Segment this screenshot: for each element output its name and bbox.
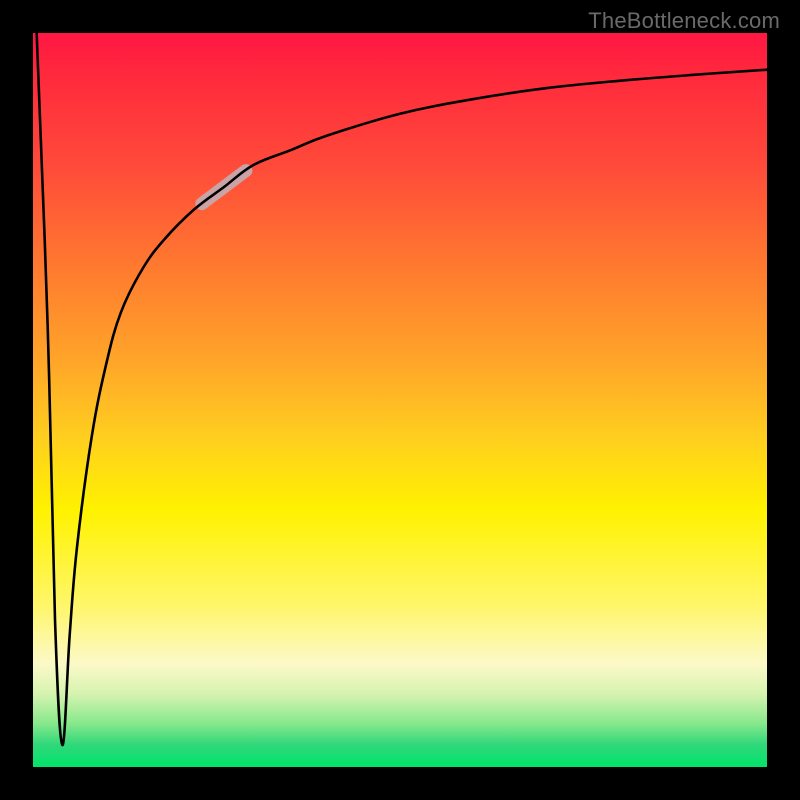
curve-layer — [33, 33, 767, 767]
bottleneck-curve — [37, 33, 767, 745]
chart-frame: TheBottleneck.com — [0, 0, 800, 800]
watermark-text: TheBottleneck.com — [588, 8, 780, 34]
